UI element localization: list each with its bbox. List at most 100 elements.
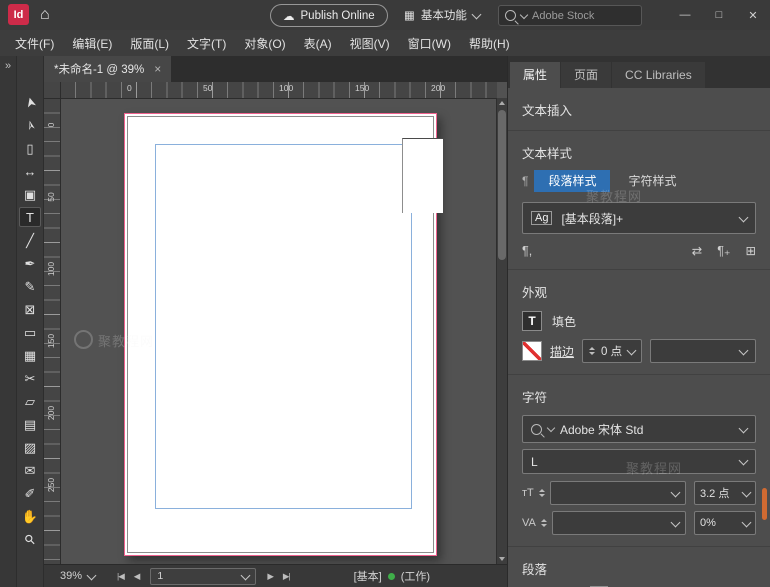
menu-item-8[interactable]: 帮助(H) <box>460 35 519 52</box>
eyedropper-tool[interactable]: ✐ <box>19 483 41 503</box>
menu-item-3[interactable]: 文字(T) <box>178 35 235 52</box>
document-tab[interactable]: *未命名-1 @ 39% × <box>44 56 171 82</box>
scroll-down-icon[interactable] <box>499 557 505 561</box>
font-family-select[interactable]: Adobe 宋体 Std <box>522 415 756 443</box>
line-tool[interactable]: ╱ <box>19 230 41 250</box>
style-toolbar-left: ¶, <box>522 244 532 258</box>
page-tool[interactable]: ▯ <box>19 138 41 158</box>
leading-value: 3.2 点 <box>700 485 729 501</box>
style-tab-1[interactable]: 字符样式 <box>614 170 690 192</box>
first-page-button[interactable]: |◀ <box>115 571 126 582</box>
redefine-style-icon[interactable]: ⇄ <box>692 243 702 258</box>
style-tab-0[interactable]: 段落样式 <box>534 170 610 192</box>
preflight-status[interactable]: [基本] <box>354 568 382 584</box>
scissors-tool-glyph: ✂ <box>25 372 36 385</box>
workspace-switcher[interactable]: ▦ 基本功能 <box>404 7 480 23</box>
paragraph-style-select[interactable]: Ag [基本段落]+ <box>522 202 756 234</box>
pasteboard[interactable]: 聚教程网 <box>60 98 497 564</box>
font-search-chevron-icon <box>547 424 555 432</box>
page-number-value: 1 <box>157 570 163 582</box>
hidden-characters-icon[interactable]: ¶, <box>522 244 532 258</box>
publish-online-button[interactable]: ☁ Publish Online <box>270 4 388 27</box>
indesign-app-icon[interactable]: Id <box>8 4 29 25</box>
close-button[interactable]: ✕ <box>736 0 770 30</box>
menu-item-4[interactable]: 对象(O) <box>235 35 294 52</box>
rectangle-frame-tool[interactable]: ⊠ <box>19 299 41 319</box>
font-size-stepper[interactable] <box>539 489 545 497</box>
menu-item-2[interactable]: 版面(L) <box>121 35 178 52</box>
toolbar: ➤ ➢ ▯ ↔ ▣ T ╱ ✒ ✎ ⊠ ▭ ▦ ✂ ▱ ▤ ▨ ✉ ✐ ✋ ⚲ <box>17 56 44 587</box>
new-paragraph-style-icon[interactable]: ¶₊ <box>717 243 730 258</box>
stroke-color-chip[interactable] <box>522 341 542 361</box>
menu-item-5[interactable]: 表(A) <box>295 35 341 52</box>
last-page-button[interactable]: ▶| <box>281 571 292 582</box>
maximize-button[interactable]: □ <box>702 0 736 30</box>
note-tool[interactable]: ✉ <box>19 460 41 480</box>
pen-tool[interactable]: ✒ <box>19 253 41 273</box>
scroll-up-icon[interactable] <box>499 101 505 105</box>
stroke-label[interactable]: 描边 <box>550 343 574 360</box>
frame-grid-tool[interactable]: ▦ <box>19 345 41 365</box>
font-size-icon: тT <box>522 487 534 499</box>
previous-page-button[interactable]: ◀ <box>132 571 142 582</box>
font-size-select[interactable] <box>550 481 686 505</box>
stroke-type-select[interactable] <box>650 339 756 363</box>
rectangle-tool[interactable]: ▭ <box>19 322 41 342</box>
hand-tool[interactable]: ✋ <box>19 506 41 526</box>
stroke-row: 描边 0 点 <box>522 339 756 363</box>
tracking-stepper[interactable] <box>541 519 547 527</box>
adobe-stock-search[interactable]: Adobe Stock <box>498 5 642 26</box>
font-size-control[interactable]: тT <box>522 481 686 505</box>
scissors-tool[interactable]: ✂ <box>19 368 41 388</box>
type-tool[interactable]: T <box>19 207 41 227</box>
minimize-button[interactable]: — <box>668 0 702 30</box>
paragraph-header: 段落 <box>522 559 756 578</box>
home-icon[interactable]: ⌂ <box>40 5 50 25</box>
chevron-down-icon <box>739 456 749 466</box>
menu-item-1[interactable]: 编辑(E) <box>63 35 121 52</box>
leading-control[interactable]: 3.2 点 <box>694 481 756 505</box>
gradient-feather-tool[interactable]: ▨ <box>19 437 41 457</box>
free-transform-tool[interactable]: ▱ <box>19 391 41 411</box>
panel-tab-2[interactable]: CC Libraries <box>612 62 705 88</box>
stepper-icon[interactable] <box>589 347 595 355</box>
font-style-select[interactable]: L <box>522 449 756 474</box>
content-collector-tool[interactable]: ▣ <box>19 184 41 204</box>
scrollbar-thumb[interactable] <box>498 110 506 260</box>
gradient-swatch-tool-glyph: ▤ <box>24 418 36 431</box>
publish-online-label: Publish Online <box>301 10 375 22</box>
stroke-weight-control[interactable]: 0 点 <box>582 339 642 363</box>
vertical-ruler[interactable]: 050100150200250 <box>44 98 61 564</box>
preflight-profile[interactable]: (工作) <box>401 568 430 584</box>
gradient-swatch-tool[interactable]: ▤ <box>19 414 41 434</box>
pencil-tool[interactable]: ✎ <box>19 276 41 296</box>
zoom-tool[interactable]: ⚲ <box>19 529 41 549</box>
horizontal-ruler[interactable]: 050100150200 <box>60 82 497 99</box>
menu-item-6[interactable]: 视图(V) <box>341 35 399 52</box>
menu-item-7[interactable]: 窗口(W) <box>399 35 460 52</box>
main-area: » ➤ ➢ ▯ ↔ ▣ T ╱ ✒ ✎ ⊠ ▭ ▦ ✂ ▱ ▤ ▨ ✉ ✐ ✋ ⚲ *未命名-1 @ 39% × 05… <box>0 56 770 587</box>
hand-tool-glyph: ✋ <box>22 510 38 523</box>
selection-tool[interactable]: ➤ <box>19 92 41 112</box>
panel-scrollbar-thumb[interactable] <box>762 488 767 520</box>
tracking-control[interactable]: VA <box>522 511 686 535</box>
tracking-value-control[interactable]: 0% <box>694 511 756 535</box>
text-frame[interactable] <box>402 138 443 213</box>
fill-color-chip[interactable]: T <box>522 311 542 331</box>
kerning-select[interactable] <box>552 511 686 535</box>
next-page-button[interactable]: ▶ <box>265 571 275 582</box>
close-tab-icon[interactable]: × <box>154 62 161 76</box>
gap-tool[interactable]: ↔ <box>19 161 41 181</box>
panel-tab-1[interactable]: 页面 <box>561 62 611 88</box>
vertical-scrollbar[interactable] <box>496 98 507 564</box>
page-number-control[interactable]: 1 <box>150 568 256 585</box>
panel-tab-0[interactable]: 属性 <box>510 62 560 88</box>
canvas-area[interactable]: 050100150200 050100150200250 聚教程网 <box>44 82 507 564</box>
expand-toolbar-icon[interactable]: » <box>5 60 11 72</box>
ruler-origin[interactable] <box>44 82 61 99</box>
zoom-level-control[interactable]: 39% <box>60 570 95 582</box>
document-page[interactable] <box>124 113 437 556</box>
direct-selection-tool[interactable]: ➢ <box>19 115 41 135</box>
menu-item-0[interactable]: 文件(F) <box>6 35 63 52</box>
style-options-icon[interactable]: ⊞ <box>746 243 756 258</box>
